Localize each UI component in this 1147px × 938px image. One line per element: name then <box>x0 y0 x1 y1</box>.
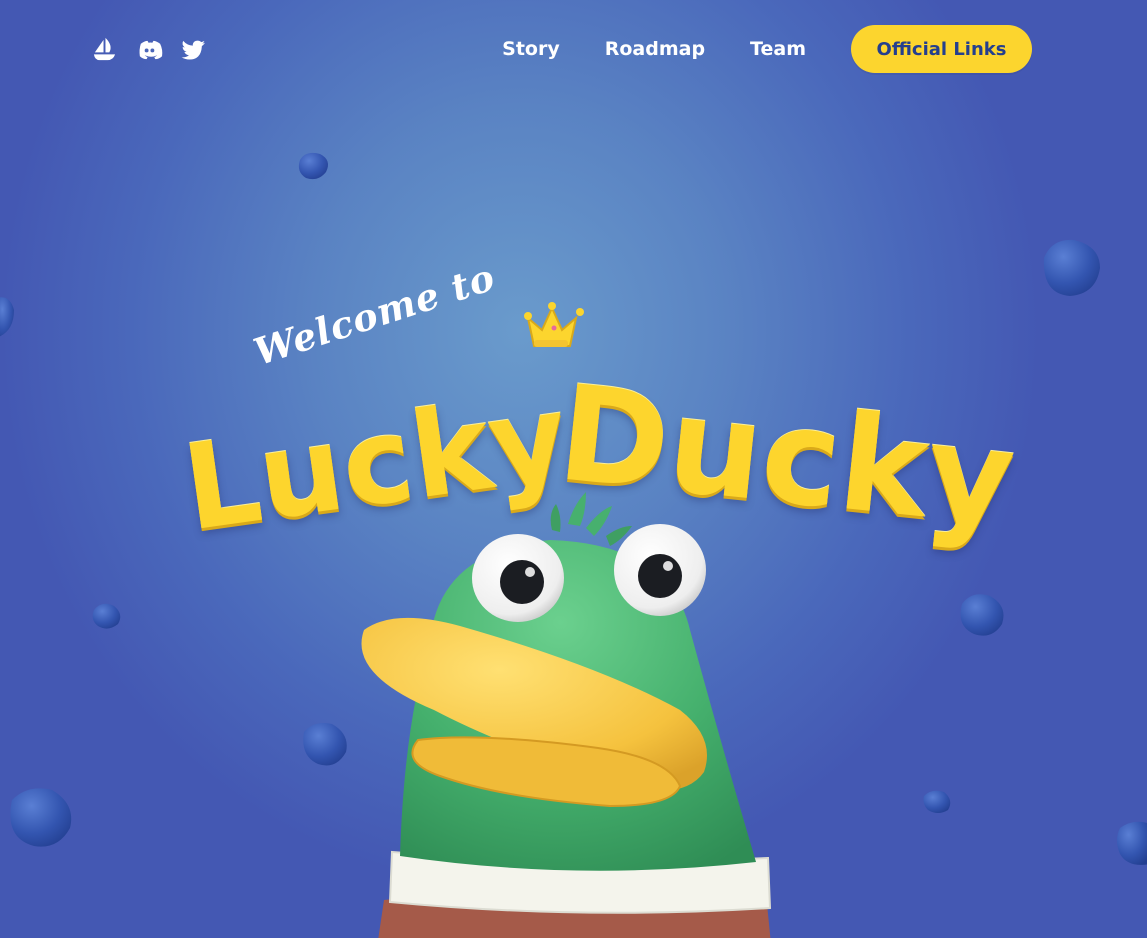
clay-blob <box>10 788 72 847</box>
duck-mascot <box>361 492 772 938</box>
clay-blob <box>298 152 328 180</box>
clay-blob <box>0 297 14 337</box>
nav-link-roadmap[interactable]: Roadmap <box>605 38 705 60</box>
official-links-button[interactable]: Official Links <box>851 25 1032 73</box>
nav-link-team[interactable]: Team <box>750 38 806 60</box>
social-links <box>91 36 226 63</box>
clay-blob <box>1117 821 1147 865</box>
opensea-icon[interactable] <box>91 36 118 63</box>
crown-icon <box>524 302 584 347</box>
discord-icon[interactable] <box>136 36 163 63</box>
title-lucky: Lucky <box>175 367 576 558</box>
clay-blob <box>1043 239 1100 296</box>
nav-link-story[interactable]: Story <box>502 38 560 60</box>
clay-blob <box>923 790 951 813</box>
welcome-text: Welcome to <box>248 254 501 374</box>
clay-blob <box>92 603 121 629</box>
clay-blob <box>303 723 347 766</box>
twitter-icon[interactable] <box>181 36 208 63</box>
clay-blob <box>960 594 1004 636</box>
title-ducky: Ducky <box>551 356 1022 558</box>
main-nav: Story Roadmap Team Official Links <box>502 25 1032 73</box>
